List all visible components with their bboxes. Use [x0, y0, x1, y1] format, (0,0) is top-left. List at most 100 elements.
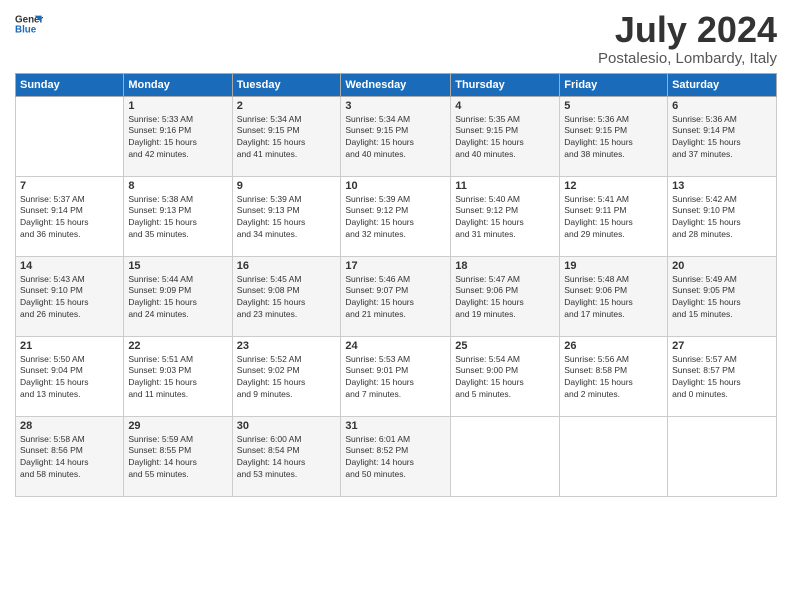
month-title: July 2024	[598, 10, 777, 50]
day-info: Sunrise: 5:41 AMSunset: 9:11 PMDaylight:…	[564, 194, 663, 242]
col-saturday: Saturday	[668, 73, 777, 96]
week-row-3: 14 Sunrise: 5:43 AMSunset: 9:10 PMDayligh…	[16, 256, 777, 336]
day-info: Sunrise: 5:46 AMSunset: 9:07 PMDaylight:…	[345, 274, 446, 322]
day-info: Sunrise: 5:34 AMSunset: 9:15 PMDaylight:…	[237, 114, 337, 162]
day-cell: 7 Sunrise: 5:37 AMSunset: 9:14 PMDaylight…	[16, 176, 124, 256]
title-block: July 2024 Postalesio, Lombardy, Italy	[598, 10, 777, 67]
day-info: Sunrise: 5:40 AMSunset: 9:12 PMDaylight:…	[455, 194, 555, 242]
day-info: Sunrise: 5:36 AMSunset: 9:15 PMDaylight:…	[564, 114, 663, 162]
logo-icon: General Blue	[15, 10, 43, 38]
day-cell: 24 Sunrise: 5:53 AMSunset: 9:01 PMDayligh…	[341, 336, 451, 416]
day-number: 10	[345, 180, 446, 192]
day-cell: 25 Sunrise: 5:54 AMSunset: 9:00 PMDayligh…	[451, 336, 560, 416]
day-cell: 3Sunrise: 5:34 AMSunset: 9:15 PMDaylight…	[341, 96, 451, 176]
day-number: 15	[128, 260, 227, 272]
day-number: 8	[128, 180, 227, 192]
day-cell: 10 Sunrise: 5:39 AMSunset: 9:12 PMDayligh…	[341, 176, 451, 256]
day-number: 5	[564, 100, 663, 112]
day-info: Sunrise: 5:39 AMSunset: 9:13 PMDaylight:…	[237, 194, 337, 242]
day-cell: 26Sunrise: 5:56 AMSunset: 8:58 PMDayligh…	[560, 336, 668, 416]
day-number: 9	[237, 180, 337, 192]
calendar-table: Sunday Monday Tuesday Wednesday Thursday…	[15, 73, 777, 497]
day-cell: 20 Sunrise: 5:49 AMSunset: 9:05 PMDayligh…	[668, 256, 777, 336]
day-cell	[16, 96, 124, 176]
day-info: Sunrise: 6:01 AMSunset: 8:52 PMDaylight:…	[345, 434, 446, 482]
day-cell: 1 Sunrise: 5:33 AMSunset: 9:16 PMDaylight…	[124, 96, 232, 176]
day-cell: 16 Sunrise: 5:45 AMSunset: 9:08 PMDayligh…	[232, 256, 341, 336]
day-info: Sunrise: 5:58 AMSunset: 8:56 PMDaylight:…	[20, 434, 119, 482]
col-wednesday: Wednesday	[341, 73, 451, 96]
day-number: 30	[237, 420, 337, 432]
day-info: Sunrise: 5:38 AMSunset: 9:13 PMDaylight:…	[128, 194, 227, 242]
day-cell: 22 Sunrise: 5:51 AMSunset: 9:03 PMDayligh…	[124, 336, 232, 416]
day-info: Sunrise: 5:36 AMSunset: 9:14 PMDaylight:…	[672, 114, 772, 162]
day-info: Sunrise: 5:37 AMSunset: 9:14 PMDaylight:…	[20, 194, 119, 242]
calendar-header: Sunday Monday Tuesday Wednesday Thursday…	[16, 73, 777, 96]
day-number: 11	[455, 180, 555, 192]
day-number: 6	[672, 100, 772, 112]
day-cell: 8 Sunrise: 5:38 AMSunset: 9:13 PMDaylight…	[124, 176, 232, 256]
day-number: 28	[20, 420, 119, 432]
day-info: Sunrise: 5:47 AMSunset: 9:06 PMDaylight:…	[455, 274, 555, 322]
day-number: 7	[20, 180, 119, 192]
day-number: 26	[564, 340, 663, 352]
header: General Blue July 2024 Postalesio, Lomba…	[15, 10, 777, 67]
svg-text:Blue: Blue	[15, 24, 37, 35]
day-info: Sunrise: 5:39 AMSunset: 9:12 PMDaylight:…	[345, 194, 446, 242]
day-info: Sunrise: 5:42 AMSunset: 9:10 PMDaylight:…	[672, 194, 772, 242]
day-cell: 31 Sunrise: 6:01 AMSunset: 8:52 PMDayligh…	[341, 416, 451, 496]
day-number: 31	[345, 420, 446, 432]
day-cell: 18 Sunrise: 5:47 AMSunset: 9:06 PMDayligh…	[451, 256, 560, 336]
day-number: 16	[237, 260, 337, 272]
day-cell	[451, 416, 560, 496]
day-info: Sunrise: 5:33 AMSunset: 9:16 PMDaylight:…	[128, 114, 227, 162]
day-number: 24	[345, 340, 446, 352]
calendar-body: 1 Sunrise: 5:33 AMSunset: 9:16 PMDaylight…	[16, 96, 777, 496]
day-number: 13	[672, 180, 772, 192]
col-thursday: Thursday	[451, 73, 560, 96]
location-title: Postalesio, Lombardy, Italy	[598, 50, 777, 67]
day-cell: 29Sunrise: 5:59 AMSunset: 8:55 PMDayligh…	[124, 416, 232, 496]
day-info: Sunrise: 6:00 AMSunset: 8:54 PMDaylight:…	[237, 434, 337, 482]
header-row: Sunday Monday Tuesday Wednesday Thursday…	[16, 73, 777, 96]
day-info: Sunrise: 5:45 AMSunset: 9:08 PMDaylight:…	[237, 274, 337, 322]
day-cell: 6 Sunrise: 5:36 AMSunset: 9:14 PMDaylight…	[668, 96, 777, 176]
day-info: Sunrise: 5:51 AMSunset: 9:03 PMDaylight:…	[128, 354, 227, 402]
day-number: 18	[455, 260, 555, 272]
day-number: 20	[672, 260, 772, 272]
day-cell: 11 Sunrise: 5:40 AMSunset: 9:12 PMDayligh…	[451, 176, 560, 256]
day-cell: 23 Sunrise: 5:52 AMSunset: 9:02 PMDayligh…	[232, 336, 341, 416]
day-cell: 12Sunrise: 5:41 AMSunset: 9:11 PMDayligh…	[560, 176, 668, 256]
day-cell: 19 Sunrise: 5:48 AMSunset: 9:06 PMDayligh…	[560, 256, 668, 336]
day-cell	[560, 416, 668, 496]
day-number: 1	[128, 100, 227, 112]
day-info: Sunrise: 5:57 AMSunset: 8:57 PMDaylight:…	[672, 354, 772, 402]
day-cell: 2Sunrise: 5:34 AMSunset: 9:15 PMDaylight…	[232, 96, 341, 176]
day-info: Sunrise: 5:43 AMSunset: 9:10 PMDaylight:…	[20, 274, 119, 322]
day-number: 4	[455, 100, 555, 112]
day-cell: 14 Sunrise: 5:43 AMSunset: 9:10 PMDayligh…	[16, 256, 124, 336]
day-cell: 13 Sunrise: 5:42 AMSunset: 9:10 PMDayligh…	[668, 176, 777, 256]
day-info: Sunrise: 5:54 AMSunset: 9:00 PMDaylight:…	[455, 354, 555, 402]
day-number: 14	[20, 260, 119, 272]
col-sunday: Sunday	[16, 73, 124, 96]
day-number: 22	[128, 340, 227, 352]
day-number: 19	[564, 260, 663, 272]
day-cell: 9 Sunrise: 5:39 AMSunset: 9:13 PMDaylight…	[232, 176, 341, 256]
day-number: 23	[237, 340, 337, 352]
week-row-2: 7 Sunrise: 5:37 AMSunset: 9:14 PMDaylight…	[16, 176, 777, 256]
week-row-5: 28 Sunrise: 5:58 AMSunset: 8:56 PMDayligh…	[16, 416, 777, 496]
day-info: Sunrise: 5:53 AMSunset: 9:01 PMDaylight:…	[345, 354, 446, 402]
col-tuesday: Tuesday	[232, 73, 341, 96]
day-info: Sunrise: 5:48 AMSunset: 9:06 PMDaylight:…	[564, 274, 663, 322]
day-info: Sunrise: 5:49 AMSunset: 9:05 PMDaylight:…	[672, 274, 772, 322]
page-container: General Blue July 2024 Postalesio, Lomba…	[0, 0, 792, 507]
day-number: 25	[455, 340, 555, 352]
day-cell	[668, 416, 777, 496]
week-row-4: 21Sunrise: 5:50 AMSunset: 9:04 PMDayligh…	[16, 336, 777, 416]
day-number: 21	[20, 340, 119, 352]
day-info: Sunrise: 5:34 AMSunset: 9:15 PMDaylight:…	[345, 114, 446, 162]
day-cell: 27Sunrise: 5:57 AMSunset: 8:57 PMDayligh…	[668, 336, 777, 416]
day-info: Sunrise: 5:52 AMSunset: 9:02 PMDaylight:…	[237, 354, 337, 402]
day-info: Sunrise: 5:35 AMSunset: 9:15 PMDaylight:…	[455, 114, 555, 162]
